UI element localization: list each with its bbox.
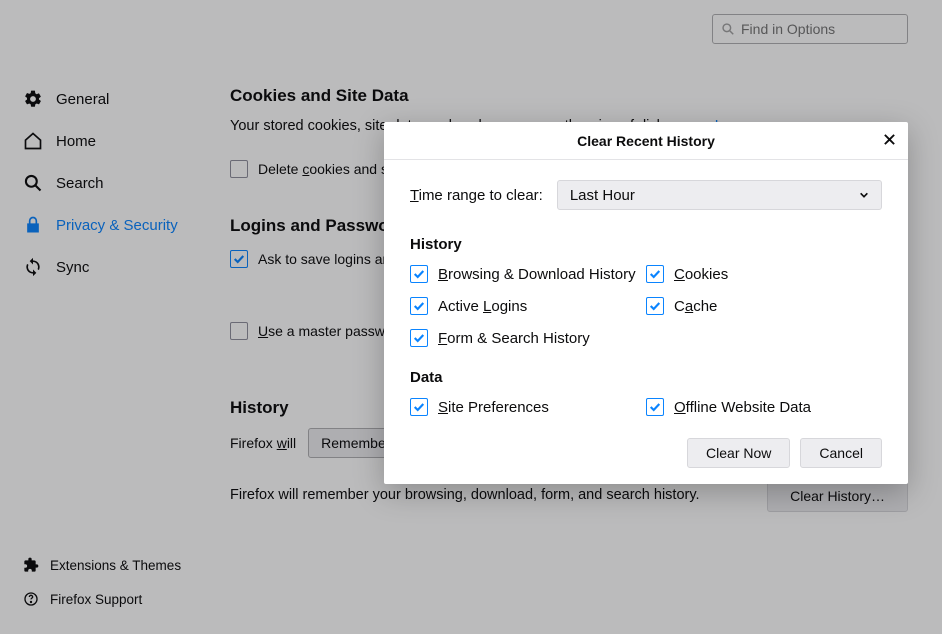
dialog-titlebar: Clear Recent History xyxy=(384,122,908,160)
checkbox-icon xyxy=(410,329,428,347)
clear-now-button[interactable]: Clear Now xyxy=(687,438,790,468)
checkbox-label: Active Logins xyxy=(438,298,527,315)
checkbox-label: Cache xyxy=(674,298,717,315)
clear-history-dialog: Clear Recent History Time range to clear… xyxy=(384,122,908,484)
history-group-heading: History xyxy=(410,236,882,253)
time-range-select[interactable]: Last Hour xyxy=(557,180,882,210)
check-cache[interactable]: Cache xyxy=(646,297,882,315)
dialog-close-button[interactable] xyxy=(878,130,900,152)
data-group-heading: Data xyxy=(410,369,882,386)
checkbox-icon xyxy=(646,265,664,283)
check-cookies[interactable]: Cookies xyxy=(646,265,882,283)
check-browsing-download[interactable]: Browsing & Download History xyxy=(410,265,646,283)
time-range-value: Last Hour xyxy=(570,187,635,204)
checkbox-label: Cookies xyxy=(674,266,728,283)
checkbox-label: Browsing & Download History xyxy=(438,266,636,283)
checkbox-label: Site Preferences xyxy=(438,399,549,416)
check-site-preferences[interactable]: Site Preferences xyxy=(410,398,646,416)
time-range-label: Time range to clear: xyxy=(410,187,543,204)
checkbox-icon xyxy=(646,398,664,416)
check-active-logins[interactable]: Active Logins xyxy=(410,297,646,315)
check-form-search[interactable]: Form & Search History xyxy=(410,329,646,347)
close-icon xyxy=(883,133,896,149)
checkbox-icon xyxy=(646,297,664,315)
check-offline-data[interactable]: Offline Website Data xyxy=(646,398,882,416)
dialog-title-text: Clear Recent History xyxy=(577,133,715,149)
checkbox-icon xyxy=(410,297,428,315)
cancel-button[interactable]: Cancel xyxy=(800,438,882,468)
checkbox-label: Form & Search History xyxy=(438,330,590,347)
chevron-down-icon xyxy=(859,187,869,204)
checkbox-icon xyxy=(410,265,428,283)
checkbox-icon xyxy=(410,398,428,416)
checkbox-label: Offline Website Data xyxy=(674,399,811,416)
